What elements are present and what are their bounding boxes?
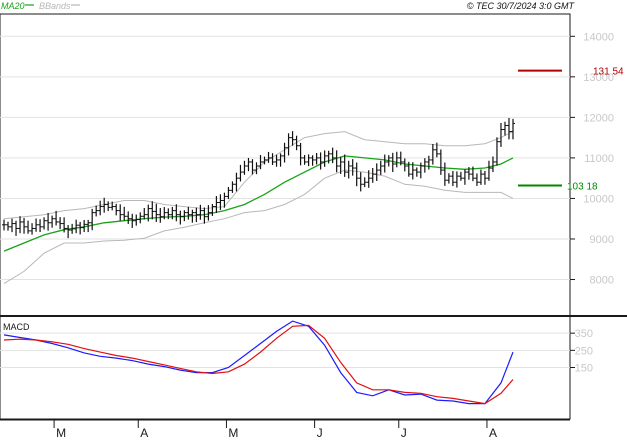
price-tick-label: 8000 — [590, 275, 614, 287]
macd-title: MACD — [3, 322, 30, 332]
level-label: 131 54 — [593, 67, 624, 78]
macd-label: MACD — [3, 322, 30, 332]
price-tick-label: 12000 — [583, 112, 614, 124]
price-tick-label: 10000 — [583, 193, 614, 205]
month-tick-label: A — [489, 426, 497, 440]
price-tick-label: 9000 — [590, 234, 614, 246]
ma20-legend: MA20 — [1, 1, 25, 11]
stock-chart: MA20 BBands © TEC 30/7/2024 3:0 GMT 8000… — [0, 0, 627, 440]
copyright-text: © TEC 30/7/2024 3:0 GMT — [467, 1, 576, 11]
macd-tick-label: 350 — [575, 328, 593, 340]
level-label: 103 18 — [567, 182, 598, 193]
bbands-legend: BBands — [39, 1, 71, 11]
month-tick-label: J — [317, 426, 323, 440]
month-tick-label: A — [140, 426, 148, 440]
macd-tick-label: 250 — [575, 345, 593, 357]
price-tick-label: 14000 — [583, 31, 614, 43]
month-tick-label: M — [56, 426, 66, 440]
month-tick-label: J — [401, 426, 407, 440]
macd-tick-label: 150 — [575, 363, 593, 375]
month-tick-label: M — [228, 426, 238, 440]
price-tick-label: 11000 — [584, 153, 614, 165]
